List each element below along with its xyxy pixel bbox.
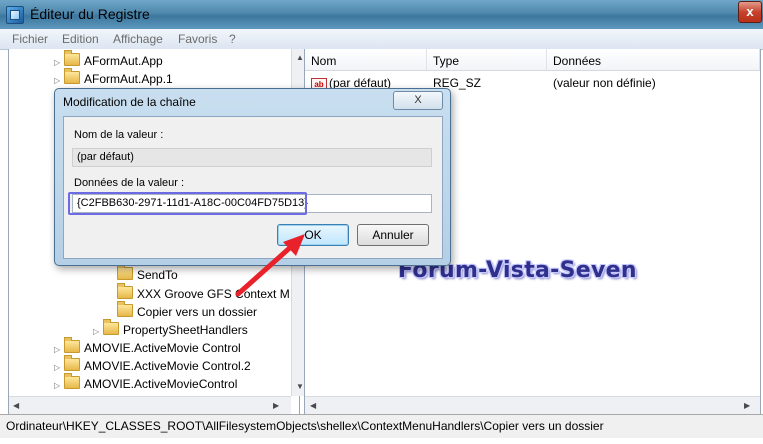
folder-icon [117, 264, 133, 280]
dialog-close-button[interactable]: X [393, 91, 443, 110]
tree-item-propertysheethandlers[interactable]: ▷ PropertySheetHandlers [93, 319, 248, 339]
tree-item-amovie-control-2[interactable]: ▷ AMOVIE.ActiveMovie Control.2 [54, 355, 251, 375]
folder-icon [64, 373, 80, 389]
folder-icon [64, 50, 80, 66]
folder-icon [117, 283, 133, 299]
menu-favoris[interactable]: Favoris [178, 32, 217, 46]
list-horizontal-scrollbar[interactable]: ◀ ▶ [305, 396, 760, 414]
annotation-highlight-ring [68, 192, 307, 215]
title-bar[interactable]: Éditeur du Registre x [0, 0, 763, 29]
tree-item-label: SendTo [137, 268, 178, 282]
tree-item-label: AMOVIE.ActiveMovie Control [84, 341, 241, 355]
window-close-button[interactable]: x [738, 1, 762, 23]
value-data: (valeur non définie) [553, 76, 656, 90]
registry-editor-window: Éditeur du Registre x Fichier Edition Af… [0, 0, 763, 444]
tree-item-label: AFormAut.App [84, 54, 163, 68]
scroll-left-arrow-icon[interactable]: ◀ [310, 401, 316, 410]
dialog-title: Modification de la chaîne [63, 95, 196, 109]
column-header-nom[interactable]: Nom [305, 49, 427, 71]
folder-icon [64, 68, 80, 84]
window-title: Éditeur du Registre [30, 6, 150, 22]
folder-icon [117, 301, 133, 317]
scroll-down-arrow-icon[interactable]: ▼ [296, 382, 304, 391]
edit-string-dialog: Modification de la chaîne X Nom de la va… [54, 88, 451, 266]
tree-item-label: AMOVIE.ActiveMovieControl [84, 377, 238, 391]
status-bar: Ordinateur\HKEY_CLASSES_ROOT\AllFilesyst… [0, 414, 763, 438]
tree-item-amovie-control[interactable]: ▷ AMOVIE.ActiveMovie Control [54, 337, 241, 357]
scroll-right-arrow-icon[interactable]: ▶ [273, 401, 279, 410]
ok-button[interactable]: OK [277, 224, 349, 246]
folder-icon [64, 355, 80, 371]
tree-item-label: Copier vers un dossier [137, 305, 258, 319]
value-name-label: Nom de la valeur : [74, 129, 164, 141]
column-header-type[interactable]: Type [427, 49, 547, 71]
tree-item-label: PropertySheetHandlers [123, 323, 248, 337]
menu-bar: Fichier Edition Affichage Favoris ? [0, 29, 763, 50]
scroll-up-arrow-icon[interactable]: ▲ [296, 53, 304, 62]
menu-fichier[interactable]: Fichier [12, 32, 48, 46]
cancel-button[interactable]: Annuler [357, 224, 429, 246]
tree-item-aformaut-app-1[interactable]: ▷ AFormAut.App.1 [54, 68, 173, 88]
folder-icon [103, 319, 119, 335]
scroll-left-arrow-icon[interactable]: ◀ [13, 401, 19, 410]
dialog-body: Nom de la valeur : (par défaut) Données … [63, 116, 443, 259]
value-name-field: (par défaut) [72, 148, 432, 167]
menu-affichage[interactable]: Affichage [113, 32, 163, 46]
column-header-donnees[interactable]: Données [547, 49, 760, 71]
regedit-app-icon [6, 6, 24, 24]
menu-help[interactable]: ? [229, 32, 236, 46]
tree-item-amoviecontrol[interactable]: ▷ AMOVIE.ActiveMovieControl [54, 373, 238, 395]
tree-item-copier-vers-un-dossier[interactable]: Copier vers un dossier [117, 301, 258, 321]
tree-item-label: XXX Groove GFS Context M [137, 287, 290, 301]
value-data-label: Données de la valeur : [74, 177, 185, 189]
tree-horizontal-scrollbar[interactable]: ◀ ▶ [9, 396, 291, 414]
tree-item-label: AFormAut.App.1 [84, 72, 173, 86]
menu-edition[interactable]: Edition [62, 32, 99, 46]
folder-icon [64, 337, 80, 353]
tree-item-label: AMOVIE.ActiveMovie Control.2 [84, 359, 251, 373]
tree-item-sendto[interactable]: SendTo [117, 264, 178, 284]
tree-item-groove-gfs[interactable]: XXX Groove GFS Context M [117, 283, 290, 303]
scroll-right-arrow-icon[interactable]: ▶ [744, 401, 750, 410]
expand-arrow-icon[interactable]: ▷ [54, 377, 64, 395]
